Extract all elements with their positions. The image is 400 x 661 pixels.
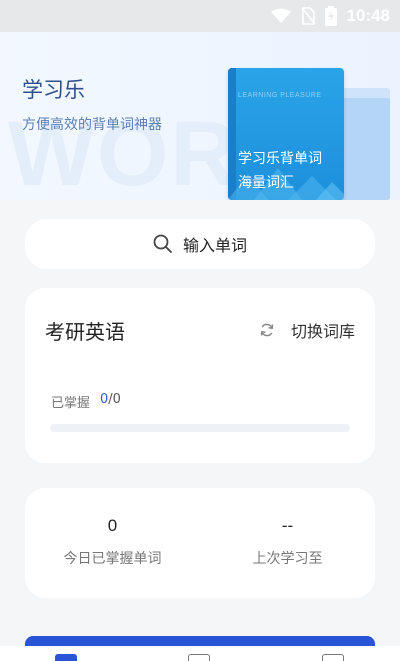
stat-today-value: 0 <box>107 516 118 535</box>
bottom-tab-bar <box>0 646 400 661</box>
stat-today-label: 今日已掌握单词 <box>63 551 162 567</box>
search-placeholder: 输入单词 <box>182 236 247 255</box>
tab-profile-icon[interactable] <box>322 654 344 661</box>
mastered-row: 已掌握 0/0 <box>51 392 121 411</box>
search-bar[interactable]: 输入单词 <box>25 219 375 269</box>
hero-banner: WORD 学习乐 方便高效的背单词神器 LEARNING PLEASURE 学习… <box>0 32 400 200</box>
book-title-line2: 海量词汇 <box>238 175 294 191</box>
library-card: 考研英语 切换词库 已掌握 0/0 <box>25 288 375 463</box>
book-caption: LEARNING PLEASURE <box>238 92 322 99</box>
status-bar: 10:48 <box>0 0 400 32</box>
mastered-label: 已掌握 <box>51 396 91 411</box>
book-illustration: LEARNING PLEASURE 学习乐背单词 海量词汇 <box>228 68 344 200</box>
tab-home-icon[interactable] <box>55 654 77 661</box>
wifi-icon <box>270 8 291 23</box>
library-name: 考研英语 <box>45 320 125 344</box>
mastery-progress-bar <box>50 424 350 432</box>
stats-card: 0 今日已掌握单词 -- 上次学习至 <box>25 488 375 598</box>
switch-library-label: 切换词库 <box>290 322 355 341</box>
app-title: 学习乐 <box>22 78 85 102</box>
stat-last-study: -- 上次学习至 <box>200 516 375 568</box>
book-title-line1: 学习乐背单词 <box>238 151 322 167</box>
stat-last-value: -- <box>281 516 294 535</box>
switch-library-button[interactable]: 切换词库 <box>259 318 355 342</box>
search-icon <box>153 234 172 253</box>
battery-charging-icon <box>324 6 337 26</box>
stat-last-label: 上次学习至 <box>252 551 323 567</box>
stat-today: 0 今日已掌握单词 <box>25 516 200 568</box>
tab-review-icon[interactable] <box>188 654 210 661</box>
mastered-count: 0/0 <box>100 392 121 411</box>
refresh-icon <box>260 323 274 337</box>
no-sim-icon <box>300 7 315 25</box>
status-icons: 10:48 <box>270 6 390 26</box>
status-time: 10:48 <box>346 6 390 25</box>
app-subtitle: 方便高效的背单词神器 <box>22 117 162 133</box>
mastered-total: /0 <box>108 392 121 407</box>
